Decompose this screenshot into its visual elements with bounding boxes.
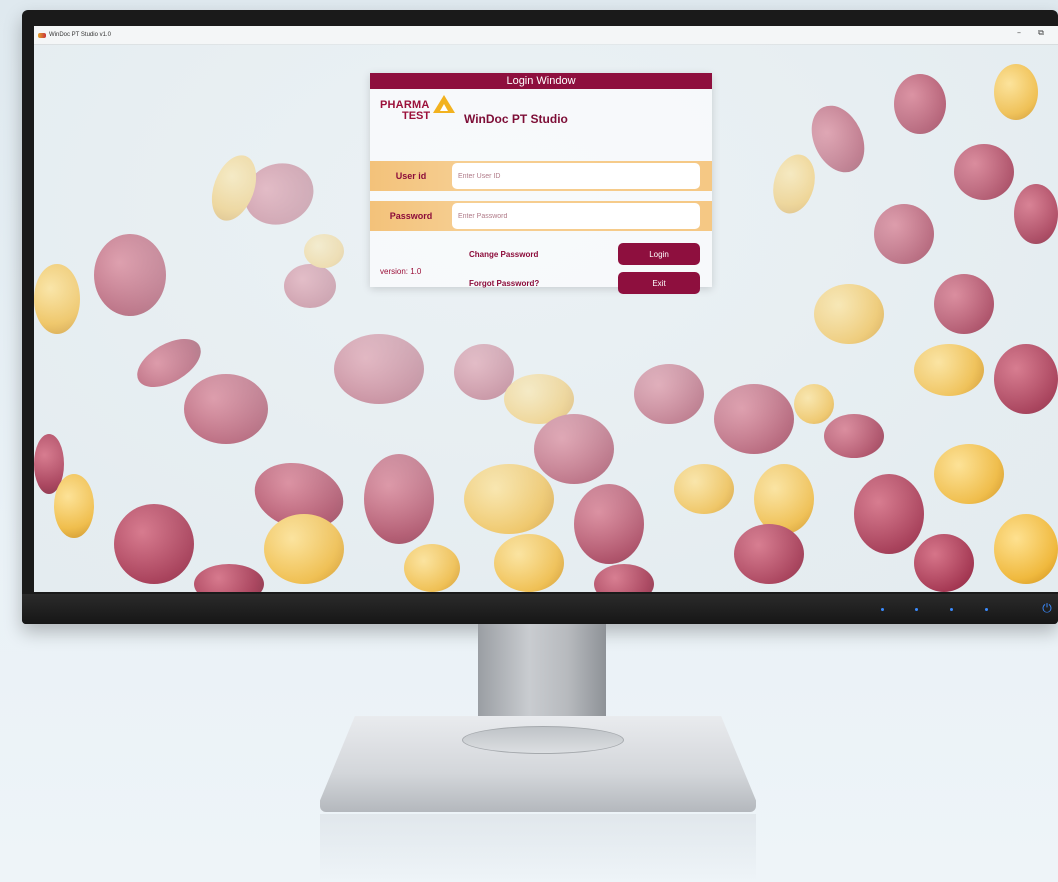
login-window: Login Window PHARMA TEST WinDoc PT Studi… bbox=[370, 73, 712, 294]
window-titlebar: WinDoc PT Studio v1.0 – ⧉ bbox=[34, 26, 1058, 45]
stand-base-ring bbox=[462, 726, 624, 754]
app-name: WinDoc PT Studio bbox=[464, 112, 568, 126]
login-button[interactable]: Login bbox=[618, 243, 700, 265]
user-id-row: User id bbox=[370, 161, 712, 191]
stand-reflection bbox=[320, 814, 756, 882]
bezel-led bbox=[985, 608, 988, 611]
password-row: Password bbox=[370, 201, 712, 231]
change-password-link[interactable]: Change Password bbox=[469, 250, 538, 259]
forgot-password-link[interactable]: Forgot Password? bbox=[469, 279, 539, 288]
bezel-led bbox=[915, 608, 918, 611]
user-id-label: User id bbox=[395, 171, 427, 181]
pharma-test-logo: PHARMA TEST bbox=[380, 95, 455, 127]
screen: WinDoc PT Studio v1.0 – ⧉ Login Window P… bbox=[34, 26, 1058, 592]
power-icon[interactable]: ⏻ bbox=[1041, 602, 1053, 614]
window-title: WinDoc PT Studio v1.0 bbox=[49, 32, 111, 38]
app-logo-icon bbox=[38, 32, 46, 38]
restore-icon[interactable]: ⧉ bbox=[1034, 28, 1048, 38]
user-id-input[interactable] bbox=[452, 163, 700, 189]
login-window-title: Login Window bbox=[370, 73, 712, 89]
brand-row: PHARMA TEST WinDoc PT Studio bbox=[370, 89, 712, 133]
bezel-led bbox=[950, 608, 953, 611]
monitor-bezel: ⏻ bbox=[22, 594, 1058, 624]
password-label: Password bbox=[389, 211, 433, 221]
version-label: version: 1.0 bbox=[380, 267, 422, 276]
bezel-led bbox=[881, 608, 884, 611]
minimize-icon[interactable]: – bbox=[1012, 28, 1026, 37]
exit-button[interactable]: Exit bbox=[618, 272, 700, 294]
password-input[interactable] bbox=[452, 203, 700, 229]
